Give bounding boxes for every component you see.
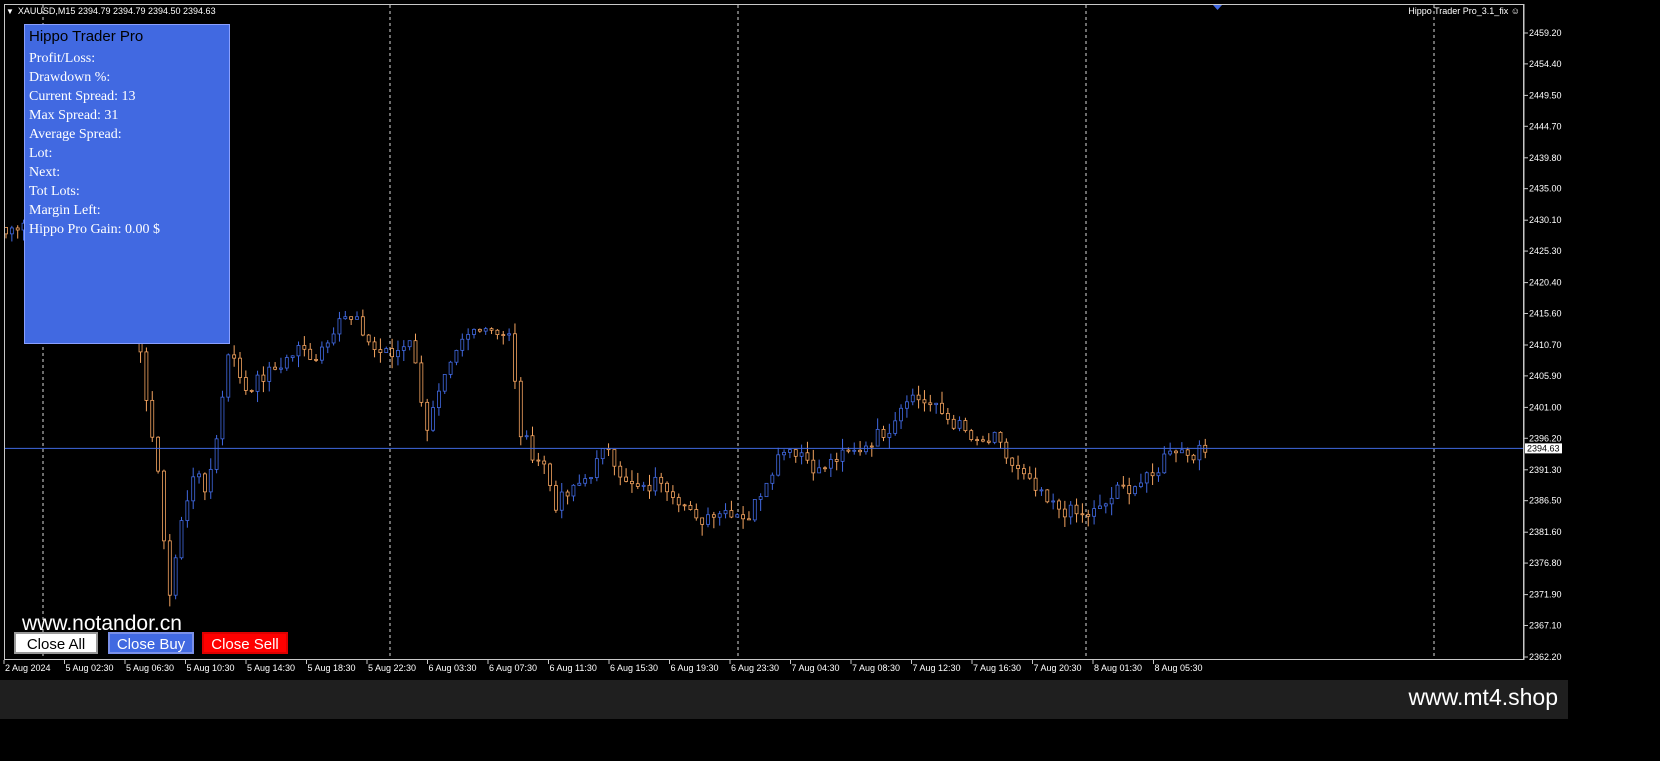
- x-tick-label: 6 Aug 19:30: [671, 663, 719, 673]
- x-tick-label: 5 Aug 02:30: [66, 663, 114, 673]
- y-tick-label: 2371.90: [1529, 590, 1562, 600]
- lot-label: Lot:: [29, 146, 53, 161]
- y-tick-label: 2444.70: [1529, 121, 1562, 131]
- close-buy-button[interactable]: Close Buy: [108, 632, 194, 654]
- footer-url: www.mt4.shop: [1408, 684, 1558, 710]
- y-tick-label: 2420.40: [1529, 278, 1562, 288]
- x-tick-label: 8 Aug 05:30: [1155, 663, 1203, 673]
- current-price-label: 2394.63: [1527, 443, 1560, 453]
- x-tick-label: 6 Aug 07:30: [489, 663, 537, 673]
- tot-lots-label: Tot Lots:: [29, 184, 80, 199]
- symbol-ohlc-text: XAUUSD,M15 2394.79 2394.79 2394.50 2394.…: [17, 6, 216, 16]
- panel-title: Hippo Trader Pro: [29, 28, 144, 45]
- x-tick-label: 6 Aug 03:30: [429, 663, 477, 673]
- y-tick-label: 2376.80: [1529, 558, 1562, 568]
- current-spread-label: Current Spread: 13: [29, 89, 136, 104]
- y-tick-label: 2415.60: [1529, 308, 1562, 318]
- y-tick-label: 2367.10: [1529, 620, 1562, 630]
- x-tick-label: 7 Aug 08:30: [852, 663, 900, 673]
- y-tick-label: 2386.50: [1529, 496, 1562, 506]
- close-sell-button[interactable]: Close Sell: [202, 632, 288, 654]
- y-tick-label: 2435.00: [1529, 184, 1562, 194]
- x-tick-label: 8 Aug 01:30: [1094, 663, 1142, 673]
- chart-window[interactable]: 2459.20 2454.40 2449.50 2444.70 2439.80 2435.…: [0, 0, 1568, 680]
- hippo-trader-panel: Hippo Trader Pro Profit/Loss: Drawdown %…: [24, 24, 230, 344]
- x-tick-label: 7 Aug 12:30: [913, 663, 961, 673]
- x-tick-label: 7 Aug 20:30: [1034, 663, 1082, 673]
- footer-bar: www.mt4.shop: [0, 680, 1568, 719]
- x-tick-label: 7 Aug 16:30: [973, 663, 1021, 673]
- x-tick-label: 5 Aug 22:30: [368, 663, 416, 673]
- y-tick-label: 2391.30: [1529, 465, 1562, 475]
- close-all-button[interactable]: Close All: [14, 632, 98, 654]
- y-tick-label: 2396.20: [1529, 433, 1562, 443]
- indicator-label: Hippo Trader Pro_3.1_fix ☺: [1408, 6, 1520, 16]
- max-spread-label: Max Spread: 31: [29, 108, 119, 123]
- indicator-name-text: Hippo Trader Pro_3.1_fix: [1408, 6, 1509, 16]
- x-tick-label: 5 Aug 14:30: [247, 663, 295, 673]
- y-tick-label: 2381.60: [1529, 527, 1562, 537]
- y-tick-label: 2362.20: [1529, 652, 1562, 662]
- y-tick-label: 2439.80: [1529, 153, 1562, 163]
- symbol-info: ▼ XAUUSD,M15 2394.79 2394.79 2394.50 2394…: [6, 6, 216, 16]
- profit-loss-label: Profit/Loss:: [29, 51, 96, 66]
- margin-left-label: Margin Left:: [29, 203, 101, 218]
- next-label: Next:: [29, 165, 61, 180]
- y-tick-label: 2454.40: [1529, 59, 1562, 69]
- plot-frame: [4, 4, 1524, 660]
- drawdown-label: Drawdown %:: [29, 70, 111, 85]
- y-tick-label: 2410.70: [1529, 340, 1562, 350]
- x-tick-label: 7 Aug 04:30: [792, 663, 840, 673]
- x-tick-label: 6 Aug 23:30: [731, 663, 779, 673]
- smiley-icon: ☺: [1510, 6, 1520, 16]
- y-tick-label: 2401.00: [1529, 402, 1562, 412]
- collapse-arrow-icon[interactable]: ▼: [6, 7, 14, 16]
- y-tick-label: 2425.30: [1529, 246, 1562, 256]
- x-tick-label: 5 Aug 06:30: [126, 663, 174, 673]
- x-tick-label: 2 Aug 2024: [5, 663, 51, 673]
- y-tick-label: 2430.10: [1529, 215, 1562, 225]
- y-tick-label: 2459.20: [1529, 28, 1562, 38]
- x-tick-label: 6 Aug 11:30: [550, 663, 597, 673]
- x-tick-label: 5 Aug 18:30: [308, 663, 356, 673]
- average-spread-label: Average Spread:: [29, 127, 122, 142]
- y-tick-label: 2449.50: [1529, 90, 1562, 100]
- x-tick-label: 6 Aug 15:30: [610, 663, 658, 673]
- y-tick-label: 2405.90: [1529, 371, 1562, 381]
- x-tick-label: 5 Aug 10:30: [187, 663, 235, 673]
- hippo-pro-gain-label: Hippo Pro Gain: 0.00 $: [29, 222, 161, 237]
